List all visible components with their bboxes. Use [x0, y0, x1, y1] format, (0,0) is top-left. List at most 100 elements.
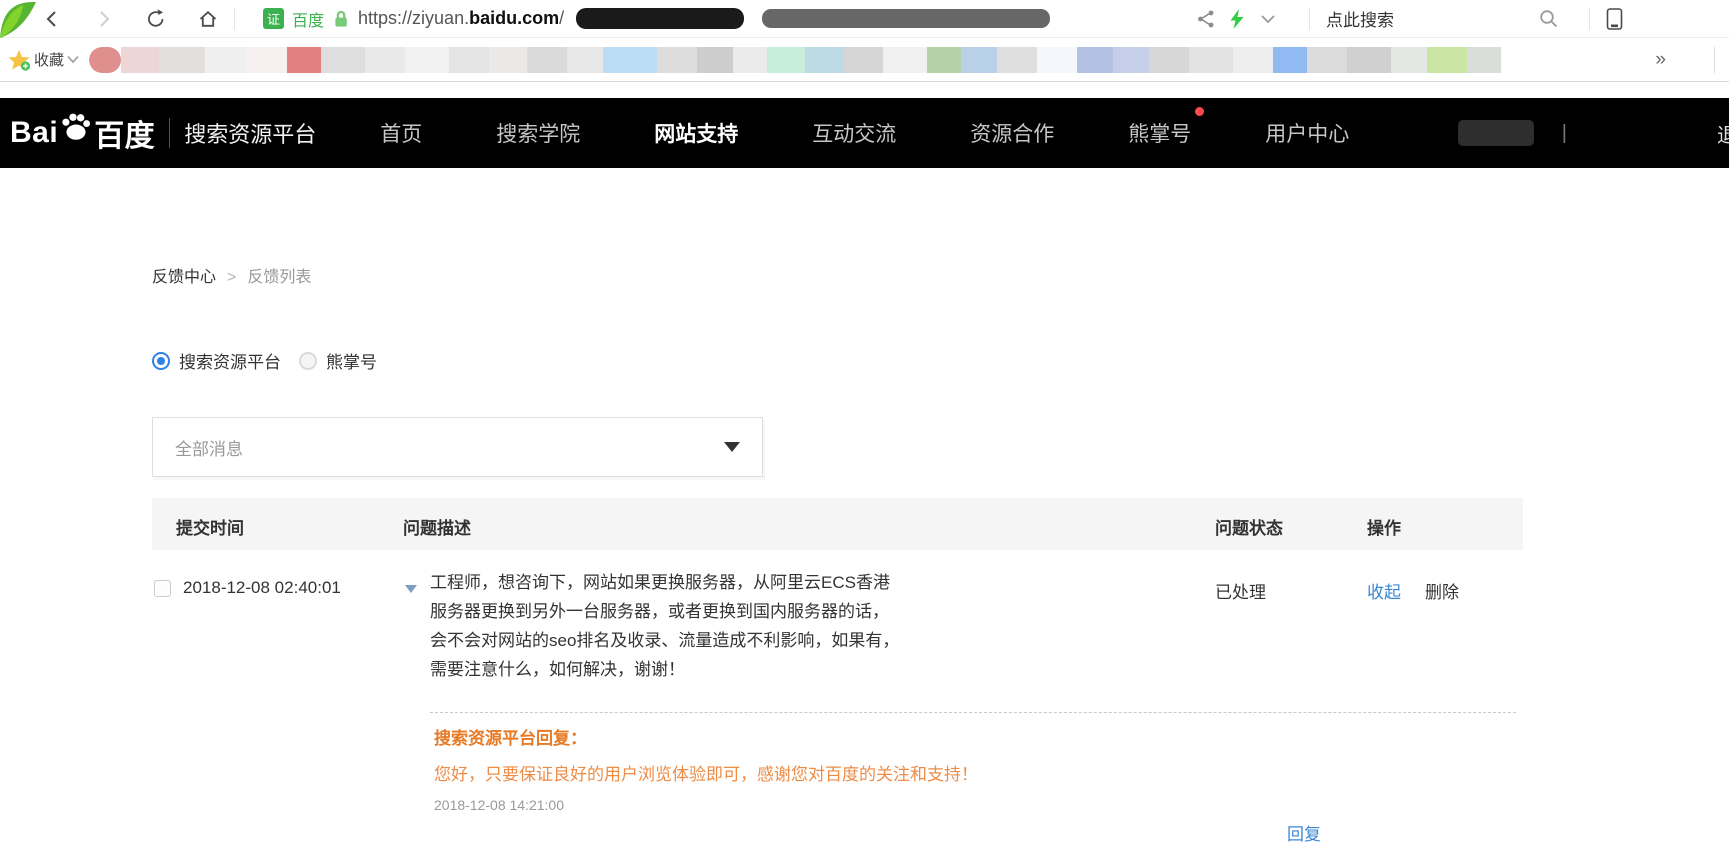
radio-search-platform[interactable] [152, 352, 170, 370]
bookmark-item[interactable] [1391, 47, 1427, 73]
site-navbar: Bai 百度 搜索资源平台 首页搜索学院网站支持互动交流资源合作熊掌号用户中心 … [0, 98, 1729, 168]
bookmark-item[interactable] [321, 47, 365, 73]
user-divider: | [1562, 122, 1567, 145]
bookmark-item[interactable] [567, 47, 603, 73]
user-area: | 退 [1458, 119, 1729, 148]
nav-item[interactable]: 首页 [380, 118, 422, 148]
reload-button[interactable] [146, 9, 166, 29]
nav-item[interactable]: 资源合作 [970, 118, 1054, 148]
bookmark-item[interactable] [1113, 47, 1149, 73]
main-nav: 首页 搜索学院 网站支持 互动交流 资源合作 熊掌号 用户中心 [380, 118, 1349, 148]
bookmark-item[interactable] [1233, 47, 1273, 73]
share-icon[interactable] [1196, 9, 1216, 29]
address-bar[interactable]: 证 百度 https://ziyuan.baidu.com/ [251, 7, 1050, 31]
browser-nav-buttons [42, 9, 218, 29]
nav-item[interactable]: 互动交流 [812, 118, 896, 148]
bookmarks-overflow-button[interactable]: » [1655, 49, 1666, 71]
home-button[interactable] [198, 9, 218, 29]
message-filter-dropdown[interactable]: 全部消息 [152, 417, 763, 477]
mobile-phone-icon[interactable] [1606, 8, 1623, 30]
bookmark-item[interactable] [1077, 47, 1113, 73]
bookmark-item[interactable] [527, 47, 567, 73]
back-button[interactable] [42, 9, 62, 29]
bookmark-item[interactable] [883, 47, 927, 73]
bookmark-item[interactable] [1149, 47, 1189, 73]
platform-title: 搜索资源平台 [184, 117, 316, 149]
row-submit-time: 2018-12-08 02:40:01 [183, 578, 341, 598]
browser-logo-icon [0, 0, 36, 38]
bookmark-item[interactable] [449, 47, 489, 73]
source-radio-group: 搜索资源平台 熊掌号 [152, 348, 395, 373]
row-checkbox[interactable] [154, 580, 171, 597]
nav-item[interactable]: 网站支持 [654, 118, 738, 148]
dropdown-selected-value: 全部消息 [175, 435, 243, 460]
lock-icon [332, 9, 350, 28]
baidu-logo[interactable]: Bai 百度 [10, 111, 155, 155]
delete-link[interactable]: 删除 [1425, 578, 1459, 603]
question-description: 工程师，想咨询下，网站如果更换服务器，从阿里云ECS香港服务器更换到另外一台服务… [430, 568, 960, 684]
baidu-paw-icon [59, 111, 93, 141]
bookmark-item[interactable] [961, 47, 997, 73]
radio-label-xiongzhanghao[interactable]: 熊掌号 [326, 348, 377, 373]
bookmark-item[interactable] [245, 47, 287, 73]
accelerator-lightning-icon[interactable] [1230, 9, 1245, 29]
status-badge: 已处理 [1215, 578, 1266, 603]
chevron-down-icon[interactable] [1261, 14, 1275, 24]
radio-label-search-platform[interactable]: 搜索资源平台 [179, 348, 281, 373]
nav-item[interactable]: 熊掌号 [1128, 118, 1191, 148]
username-redacted[interactable] [1458, 120, 1534, 146]
bookmark-item[interactable] [1347, 47, 1391, 73]
bookmark-item[interactable] [657, 47, 697, 73]
bookmark-item[interactable] [603, 47, 657, 73]
header-status: 问题状态 [1215, 514, 1283, 539]
bookmark-item[interactable] [767, 47, 805, 73]
breadcrumb: 反馈中心>反馈列表 [152, 263, 311, 287]
reply-text: 您好，只要保证良好的用户浏览体验即可，感谢您对百度的关注和支持！ [434, 760, 978, 785]
breadcrumb-separator: > [227, 269, 236, 286]
forward-button[interactable] [94, 9, 114, 29]
bookmark-item[interactable] [843, 47, 883, 73]
bookmark-item[interactable] [405, 47, 449, 73]
question-line: 工程师，想咨询下，网站如果更换服务器，从阿里云ECS香港 [430, 568, 960, 597]
bookmark-item[interactable] [997, 47, 1037, 73]
nav-item[interactable]: 用户中心 [1265, 118, 1349, 148]
favorites-star-icon[interactable] [8, 49, 31, 71]
bookmark-item[interactable] [287, 47, 321, 73]
bookmark-item[interactable] [927, 47, 961, 73]
favorites-label[interactable]: 收藏 [34, 49, 64, 70]
bookmark-items-redacted [89, 47, 1501, 73]
feedback-table: 提交时间 问题描述 问题状态 操作 2018-12-08 02:40:01 工程… [152, 498, 1523, 863]
radio-xiongzhanghao[interactable] [299, 352, 317, 370]
bookmark-item[interactable] [205, 47, 245, 73]
bookmark-item[interactable] [1273, 47, 1307, 73]
question-line: 服务器更换到另外一台服务器，或者更换到国内服务器的话， [430, 597, 960, 626]
logout-link-partial[interactable]: 退 [1717, 119, 1729, 148]
redacted-url-segment [576, 8, 744, 29]
bookmark-item[interactable] [733, 47, 767, 73]
bookmark-item[interactable] [805, 47, 843, 73]
collapse-link[interactable]: 收起 [1367, 578, 1401, 603]
breadcrumb-feedback-center[interactable]: 反馈中心 [152, 269, 216, 286]
official-reply: 搜索资源平台回复： 您好，只要保证良好的用户浏览体验即可，感谢您对百度的关注和支… [434, 724, 978, 813]
bookmark-item[interactable] [159, 47, 205, 73]
search-icon[interactable] [1538, 8, 1559, 29]
bookmark-item[interactable] [1467, 47, 1501, 73]
browser-search-input[interactable]: 点此搜索 [1326, 6, 1538, 31]
nav-item[interactable]: 搜索学院 [496, 118, 580, 148]
bookmark-item[interactable] [1189, 47, 1233, 73]
bookmark-item[interactable] [121, 47, 159, 73]
bookmark-item[interactable] [1037, 47, 1077, 73]
reply-button[interactable]: 回复 [1287, 820, 1321, 845]
reply-timestamp: 2018-12-08 14:21:00 [434, 797, 978, 813]
bookmark-item[interactable] [489, 47, 527, 73]
bookmark-item[interactable] [89, 47, 121, 73]
bookmark-item[interactable] [1307, 47, 1347, 73]
bookmark-item[interactable] [1427, 47, 1467, 73]
chrome-right-tools: 点此搜索 [1196, 6, 1729, 31]
reply-divider [430, 712, 1516, 713]
bookmark-item[interactable] [697, 47, 733, 73]
collapse-triangle-icon[interactable] [405, 585, 417, 593]
bookmark-item[interactable] [365, 47, 405, 73]
certified-badge: 证 [263, 8, 284, 29]
favorites-chevron-icon[interactable] [67, 55, 79, 64]
